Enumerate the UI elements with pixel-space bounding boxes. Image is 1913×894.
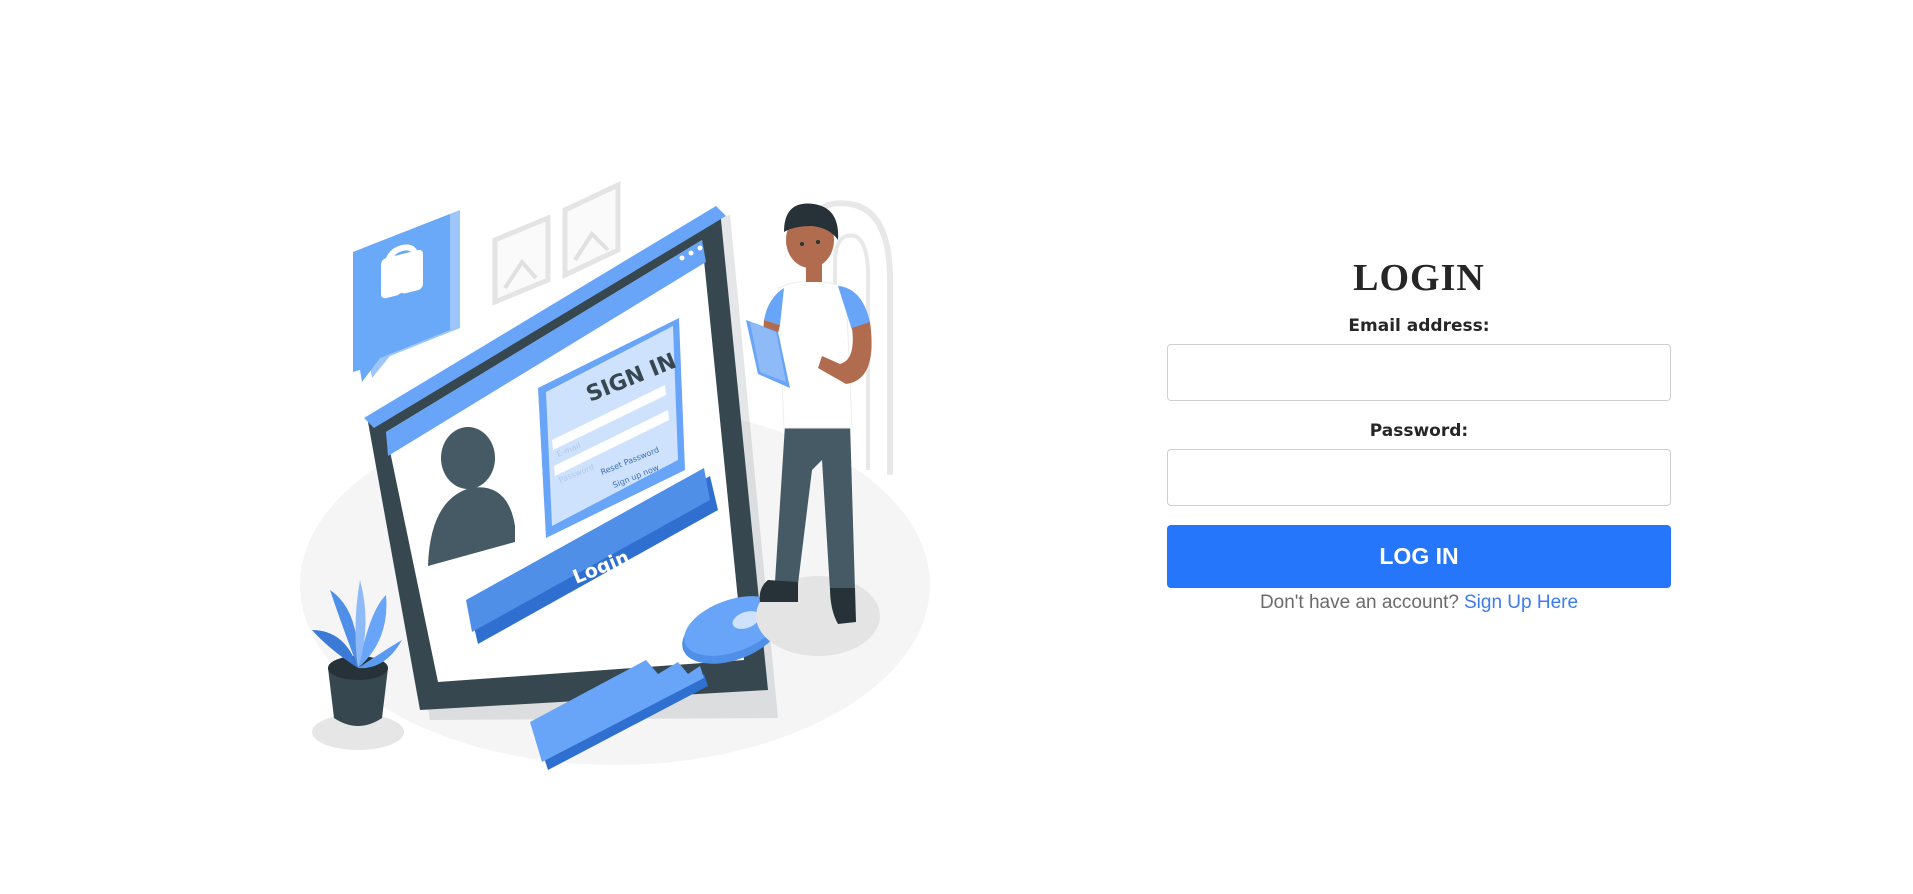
signup-link[interactable]: Sign Up Here — [1464, 592, 1578, 613]
login-button[interactable]: LOG IN — [1167, 525, 1671, 588]
login-page: SIGN IN E-mail Password Reset Password S… — [0, 0, 1913, 894]
email-label: Email address: — [1348, 316, 1490, 336]
password-field[interactable] — [1167, 449, 1671, 506]
login-title: LOGIN — [1353, 257, 1485, 299]
login-form: LOGIN Email address: Password: LOG IN Do… — [1167, 250, 1671, 614]
signup-row: Don't have an account? Sign Up Here — [1167, 592, 1671, 614]
email-field[interactable] — [1167, 344, 1671, 401]
password-label: Password: — [1369, 421, 1469, 441]
login-illustration-svg: SIGN IN E-mail Password Reset Password S… — [300, 181, 930, 770]
login-illustration: SIGN IN E-mail Password Reset Password S… — [290, 170, 940, 770]
lock-bubble — [353, 210, 460, 382]
signup-prompt: Don't have an account? — [1259, 592, 1459, 613]
